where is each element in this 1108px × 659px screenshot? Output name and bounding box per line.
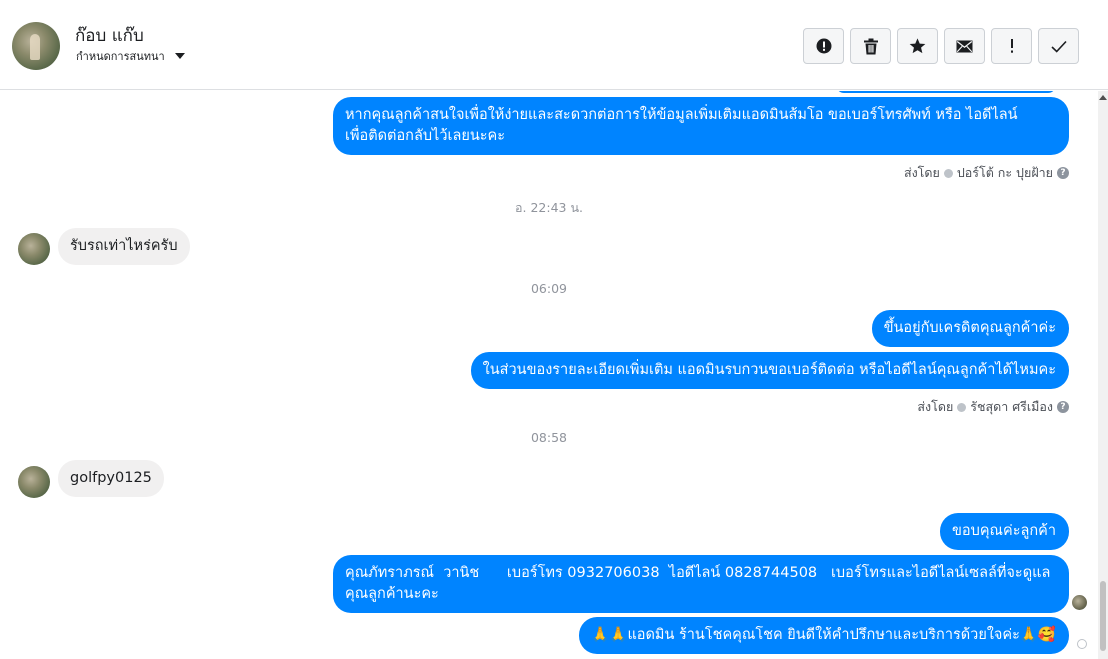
caret-down-icon <box>174 53 185 59</box>
sender-avatar[interactable] <box>18 466 50 498</box>
scroll-thumb[interactable] <box>1100 581 1106 651</box>
message-bubble-partial <box>836 91 1056 93</box>
alert-circle-icon <box>816 38 831 54</box>
timestamp: 08:58 <box>530 430 568 445</box>
message-bubble-outgoing[interactable]: ขอบคุณค่ะลูกค้า <box>940 513 1069 550</box>
trash-icon <box>863 38 878 54</box>
conversation-header: ก๊อบ แก๊บ กำหนดการสนทนา <box>0 0 1108 90</box>
message-bubble-incoming[interactable]: รับรถเท่าไหร่ครับ <box>58 228 190 265</box>
checkmark-icon <box>1050 40 1067 53</box>
sent-by-info: ส่งโดย ปอร์โต้ กะ ปุยฝ้าย ? <box>904 163 1069 183</box>
sent-by-label: ส่งโดย <box>917 399 954 414</box>
scroll-up-arrow-icon[interactable] <box>1099 95 1107 100</box>
sent-by-info: ส่งโดย รัชสุดา ศรีเมือง ? <box>917 397 1069 417</box>
exclamation-icon <box>1010 39 1013 53</box>
follow-up-button[interactable] <box>991 28 1032 64</box>
sender-avatar[interactable] <box>18 233 50 265</box>
timestamp: อ. 22:43 น. <box>515 200 583 215</box>
message-thread[interactable]: หากคุณลูกค้าสนใจเพื่อให้ง่ายและสะดวกต่อก… <box>0 91 1098 659</box>
assign-conversation-label: กำหนดการสนทนา <box>76 50 165 63</box>
sender-name[interactable]: รัชสุดา ศรีเมือง <box>970 397 1053 417</box>
contact-name[interactable]: ก๊อบ แก๊บ <box>75 22 144 49</box>
sent-by-label: ส่งโดย <box>903 165 940 180</box>
verified-icon <box>957 402 967 412</box>
message-bubble-outgoing[interactable]: หากคุณลูกค้าสนใจเพื่อให้ง่ายและสะดวกต่อก… <box>333 97 1069 155</box>
timestamp: 06:09 <box>530 281 568 296</box>
message-bubble-outgoing[interactable]: คุณภัทราภรณ์ วานิช เบอร์โทร 0932706038 ไ… <box>333 555 1069 613</box>
mark-unread-button[interactable] <box>944 28 985 64</box>
help-icon[interactable]: ? <box>1057 401 1069 413</box>
thread-scrollbar[interactable] <box>1098 91 1108 659</box>
help-icon[interactable]: ? <box>1057 167 1069 179</box>
assign-conversation-dropdown[interactable]: กำหนดการสนทนา <box>76 47 185 65</box>
conversation-toolbar <box>803 28 1079 64</box>
sent-status-icon <box>1077 639 1087 649</box>
sender-name[interactable]: ปอร์โต้ กะ ปุยฝ้าย <box>957 163 1053 183</box>
message-bubble-outgoing[interactable]: ในส่วนของรายละเอียดเพิ่มเติม แอดมินรบกวน… <box>470 352 1069 389</box>
seen-by-avatar <box>1072 595 1087 610</box>
mark-done-button[interactable] <box>1038 28 1079 64</box>
message-bubble-outgoing[interactable]: 🙏🙏แอดมิน ร้านโชคคุณโชค ยินดีให้คำปรึกษาแ… <box>579 617 1069 654</box>
star-icon <box>909 38 926 54</box>
spam-button[interactable] <box>803 28 844 64</box>
message-bubble-outgoing[interactable]: ขึ้นอยู่กับเครดิตคุณลูกค้าค่ะ <box>871 310 1069 347</box>
verified-icon <box>943 168 953 178</box>
message-bubble-incoming[interactable]: golfpy0125 <box>58 460 164 497</box>
contact-avatar[interactable] <box>12 22 60 70</box>
delete-button[interactable] <box>850 28 891 64</box>
envelope-icon <box>956 40 973 52</box>
star-button[interactable] <box>897 28 938 64</box>
